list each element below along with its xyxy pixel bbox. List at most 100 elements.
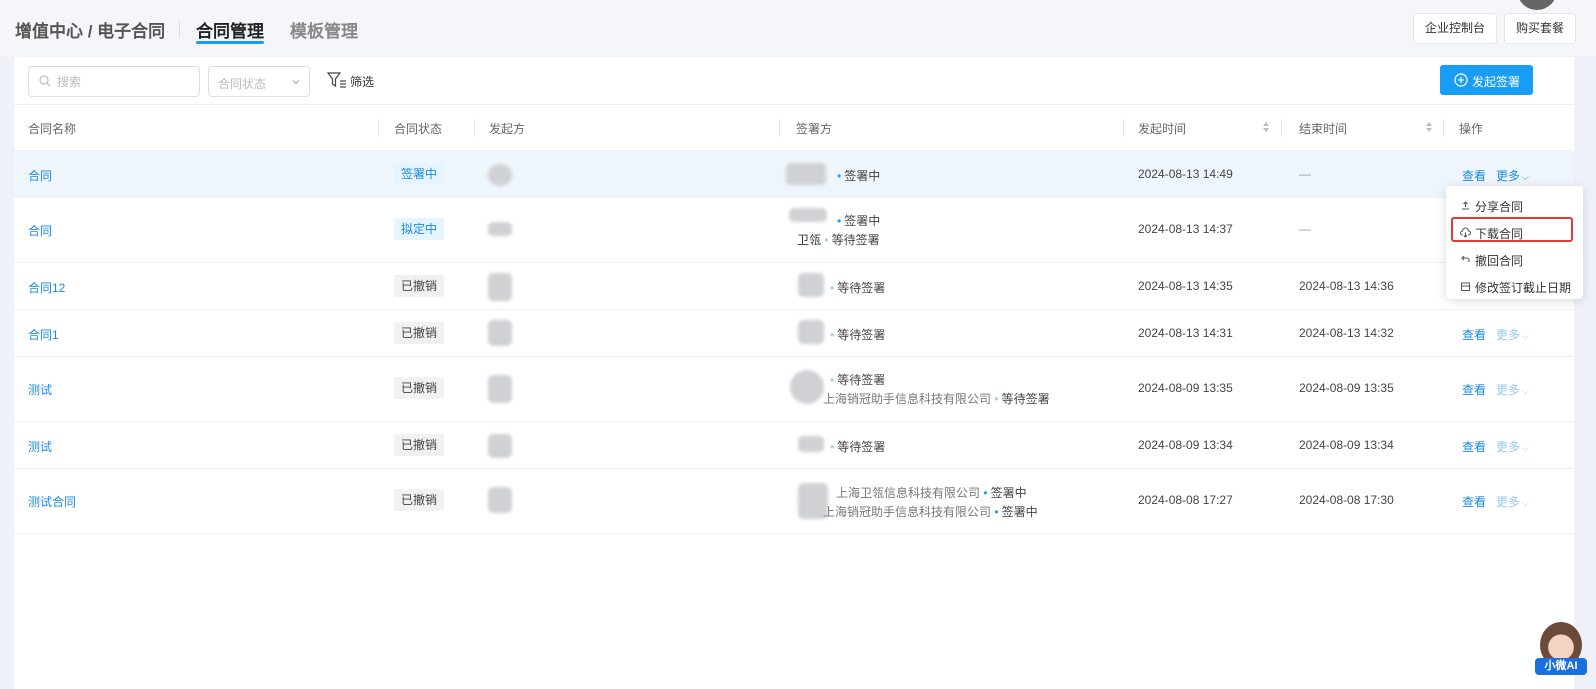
signer-state: 等待签署 [837, 281, 886, 295]
end-time: 2024-08-13 14:32 [1299, 326, 1394, 340]
search-input[interactable] [57, 72, 195, 92]
menu-item-label: 分享合同 [1475, 200, 1524, 214]
more-label: 更多 [1496, 328, 1521, 342]
start-time: 2024-08-13 14:35 [1138, 279, 1233, 293]
start-time: 2024-08-13 14:31 [1138, 326, 1233, 340]
signer-state: 签署中 [1001, 505, 1038, 519]
filter-label: 筛选 [350, 75, 375, 89]
contract-name-link[interactable]: 测试合同 [28, 493, 76, 510]
ai-assistant-widget[interactable]: 小微AI [1535, 622, 1587, 689]
contract-name-link[interactable]: 合同 [28, 167, 52, 184]
signer-state: 等待签署 [837, 373, 886, 387]
contract-panel: 合同状态 筛选 发起签署 合同名称 合同状态 发起方 签署方 发起时间 结束时间 [14, 57, 1574, 689]
signer-entry: • 等待签署 [830, 371, 885, 388]
active-tab-indicator [196, 41, 264, 44]
column-divider [1443, 119, 1444, 137]
status-badge: 已撤销 [394, 489, 445, 511]
signer-company: 卫瓴 [797, 233, 822, 247]
signer-company: 上海卫瓴信息科技有限公司 [836, 486, 981, 500]
contract-name-link[interactable]: 合同 [28, 222, 52, 239]
more-dropdown[interactable]: 更多 ⌵ [1496, 167, 1529, 184]
view-link[interactable]: 查看 [1462, 493, 1486, 510]
column-divider [378, 119, 379, 137]
signer-state: 签署中 [844, 214, 881, 228]
signer-avatar [798, 273, 824, 297]
start-time: 2024-08-13 14:49 [1138, 167, 1233, 181]
signer-state: 签署中 [990, 486, 1027, 500]
signer-entry: 上海销冠助手信息科技有限公司 • 签署中 [823, 503, 1038, 520]
sort-icon[interactable] [1425, 121, 1433, 136]
table-row[interactable]: 合同1 已撤销 • 等待签署 2024-08-13 14:31 2024-08-1… [14, 310, 1574, 357]
enterprise-console-button[interactable]: 企业控制台 [1413, 13, 1498, 44]
menu-item-label: 修改签订截止日期 [1475, 281, 1572, 295]
end-time: 2024-08-08 17:30 [1299, 493, 1394, 507]
status-badge: 已撤销 [394, 434, 445, 456]
chevron-down-icon: ⌵ [1522, 172, 1529, 182]
view-link[interactable]: 查看 [1462, 326, 1486, 343]
end-time: 2024-08-13 14:36 [1299, 279, 1394, 293]
table-row[interactable]: 测试合同 已撤销 上海卫瓴信息科技有限公司 • 签署中 上海销冠助手信息科技有限公… [14, 469, 1574, 534]
more-label: 更多 [1496, 169, 1521, 183]
signer-state: 等待签署 [831, 233, 880, 247]
user-avatar[interactable] [1517, 0, 1557, 10]
view-link[interactable]: 查看 [1462, 167, 1486, 184]
status-badge: 已撤销 [394, 275, 445, 297]
share-icon [1460, 200, 1471, 214]
table-row[interactable]: 合同12 已撤销 • 等待签署 2024-08-13 14:35 2024-08-… [14, 263, 1574, 310]
buy-package-button[interactable]: 购买套餐 [1504, 13, 1577, 44]
sort-icon[interactable] [1262, 121, 1270, 136]
initiator-avatar [488, 164, 512, 186]
signer-company: 上海销冠助手信息科技有限公司 [823, 505, 992, 519]
contract-status-select[interactable]: 合同状态 [208, 66, 310, 97]
signer-entry: 卫瓴 • 等待签署 [797, 231, 880, 248]
table-row[interactable]: 合同 签署中 • 签署中 2024-08-13 14:49 — 查看 更多 ⌵ [14, 151, 1574, 198]
column-divider [1281, 119, 1282, 137]
start-sign-button[interactable]: 发起签署 [1440, 65, 1533, 95]
col-end-time[interactable]: 结束时间 [1299, 120, 1347, 137]
breadcrumb[interactable]: 增值中心 / 电子合同 [15, 17, 165, 42]
ai-assistant-label: 小微AI [1535, 658, 1587, 675]
more-dropdown[interactable]: 更多 ⌵ [1496, 381, 1529, 398]
more-dropdown[interactable]: 更多 ⌵ [1496, 493, 1529, 510]
contract-name-link[interactable]: 合同1 [28, 326, 59, 343]
table-row[interactable]: 合同 拟定中 • 签署中 卫瓴 • 等待签署 2024-08-13 14:37 — [14, 198, 1574, 263]
col-start-time[interactable]: 发起时间 [1138, 120, 1186, 137]
more-dropdown[interactable]: 更多 ⌵ [1496, 438, 1529, 455]
chevron-down-icon: ⌵ [1522, 498, 1529, 508]
table-header: 合同名称 合同状态 发起方 签署方 发起时间 结束时间 操作 [14, 104, 1574, 151]
status-dot: • [824, 233, 829, 247]
signer-entry: • 等待签署 [830, 279, 885, 296]
signer-entry: • 等待签署 [830, 438, 885, 455]
column-divider [474, 119, 475, 137]
start-time: 2024-08-09 13:35 [1138, 381, 1233, 395]
search-box[interactable] [28, 66, 200, 97]
status-badge: 签署中 [394, 163, 445, 185]
table-row[interactable]: 测试 已撤销 • 等待签署 上海销冠助手信息科技有限公司 • 等待签署 2024-0… [14, 357, 1574, 422]
table-row[interactable]: 测试 已撤销 • 等待签署 2024-08-09 13:34 2024-08-09… [14, 422, 1574, 469]
contract-name-link[interactable]: 测试 [28, 438, 52, 455]
view-link[interactable]: 查看 [1462, 438, 1486, 455]
start-time: 2024-08-13 14:37 [1138, 222, 1233, 236]
tab-contract-management[interactable]: 合同管理 [196, 17, 264, 42]
signer-avatar [798, 320, 824, 344]
contract-name-link[interactable]: 测试 [28, 381, 52, 398]
chevron-down-icon [291, 76, 301, 90]
status-dot: • [837, 214, 842, 228]
initiator-avatar [488, 375, 512, 403]
chevron-down-icon: ⌵ [1522, 386, 1529, 396]
contract-name-link[interactable]: 合同12 [28, 279, 65, 296]
calendar-icon [1460, 281, 1471, 295]
signer-company: 上海销冠助手信息科技有限公司 [823, 392, 992, 406]
tab-template-management[interactable]: 模板管理 [290, 17, 358, 42]
signer-avatar [786, 163, 826, 185]
end-time: 2024-08-09 13:35 [1299, 381, 1394, 395]
status-badge: 已撤销 [394, 322, 445, 344]
status-dot: • [830, 440, 835, 454]
view-link[interactable]: 查看 [1462, 381, 1486, 398]
more-dropdown[interactable]: 更多 ⌵ [1496, 326, 1529, 343]
filter-icon [326, 71, 347, 92]
col-contract-name: 合同名称 [28, 122, 77, 136]
initiator-avatar [488, 222, 512, 236]
chevron-down-icon: ⌵ [1522, 331, 1529, 341]
column-divider [779, 119, 780, 137]
